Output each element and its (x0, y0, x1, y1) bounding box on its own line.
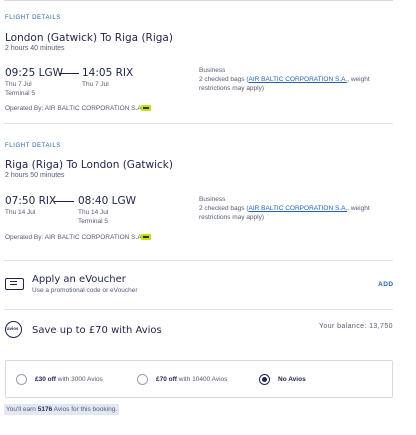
avios-option-30-off[interactable]: £30 off with 3000 Avios (16, 361, 103, 397)
outbound-arrive-time: 14:05 RIX (82, 67, 134, 79)
outbound-cabin-info: Business 2 checked bags (AIR BALTIC CORP… (199, 66, 395, 93)
add-evoucher-button[interactable]: ADD (378, 281, 394, 288)
inbound-baggage-info: 2 checked bags (AIR BALTIC CORPORATION S… (199, 204, 395, 222)
outbound-bags-prefix: 2 checked bags ( (199, 76, 249, 83)
inbound-timeline (54, 201, 74, 202)
outbound-duration: 2 hours 40 minutes (5, 45, 65, 52)
section-divider (4, 309, 393, 310)
inbound-depart-date: Thu 14 Jul (5, 209, 36, 216)
inbound-depart-time: 07:50 RIX (5, 195, 57, 207)
outbound-baggage-info: 2 checked bags (AIR BALTIC CORPORATION S… (199, 75, 395, 93)
avios-option-70-off[interactable]: £70 off with 10400 Avios (137, 361, 227, 397)
avios-balance: Your balance: 13,750 (319, 323, 393, 330)
radio-button[interactable] (137, 373, 148, 385)
outbound-cabin-class: Business (199, 67, 226, 74)
inbound-operated-by: Operated By: AIR BALTIC CORPORATION S.A. (5, 234, 144, 241)
top-divider (4, 0, 393, 1)
inbound-duration: 2 hours 50 minutes (5, 172, 65, 179)
avios-options-group: £30 off with 3000 Avios £70 off with 104… (5, 360, 393, 398)
avios-option-label: £70 off with 10400 Avios (156, 375, 228, 383)
outbound-depart-time: 09:25 LGW (5, 67, 63, 79)
inbound-arrive-time: 08:40 LGW (78, 195, 136, 207)
outbound-operated-by: Operated By: AIR BALTIC CORPORATION S.A. (5, 105, 144, 112)
radio-button[interactable] (16, 373, 27, 385)
avios-earn-message: You'll earn 5176 Avios for this booking. (4, 404, 120, 415)
inbound-section-label: FLIGHT DETAILS (5, 143, 61, 149)
avios-option-no-avios[interactable]: No Avios (259, 361, 306, 397)
voucher-ticket-icon (5, 278, 24, 290)
outbound-airline-link[interactable]: AIR BALTIC CORPORATION S.A. (249, 76, 348, 83)
outbound-terminal: Terminal 5 (5, 90, 35, 97)
inbound-airline-link[interactable]: AIR BALTIC CORPORATION S.A. (249, 205, 348, 212)
evoucher-subtitle: Use a promotional code or eVoucher (32, 287, 138, 294)
inbound-terminal: Terminal 5 (78, 218, 108, 225)
section-divider (4, 123, 393, 124)
outbound-timeline (59, 73, 79, 74)
airbaltic-logo-icon (141, 234, 151, 240)
avios-logo-icon: avios (5, 321, 22, 338)
outbound-section-label: FLIGHT DETAILS (5, 15, 61, 21)
airbaltic-logo-icon (141, 105, 151, 111)
inbound-cabin-info: Business 2 checked bags (AIR BALTIC CORP… (199, 195, 395, 222)
outbound-route-title: London (Gatwick) To Riga (Riga) (5, 32, 173, 44)
inbound-route-title: Riga (Riga) To London (Gatwick) (5, 159, 173, 171)
outbound-arrive-date: Thu 7 Jul (82, 81, 109, 88)
inbound-cabin-class: Business (199, 196, 226, 203)
avios-option-label: £30 off with 3000 Avios (35, 375, 103, 383)
avios-badge-text: avios (7, 326, 19, 331)
avios-title: Save up to £70 with Avios (32, 325, 162, 336)
inbound-bags-prefix: 2 checked bags ( (199, 205, 249, 212)
inbound-arrive-date: Thu 14 Jul (78, 209, 109, 216)
section-divider (4, 260, 393, 261)
outbound-depart-date: Thu 7 Jul (5, 81, 32, 88)
evoucher-title: Apply an eVoucher (32, 274, 126, 285)
radio-button-selected[interactable] (259, 373, 270, 385)
avios-option-label: No Avios (278, 375, 306, 383)
